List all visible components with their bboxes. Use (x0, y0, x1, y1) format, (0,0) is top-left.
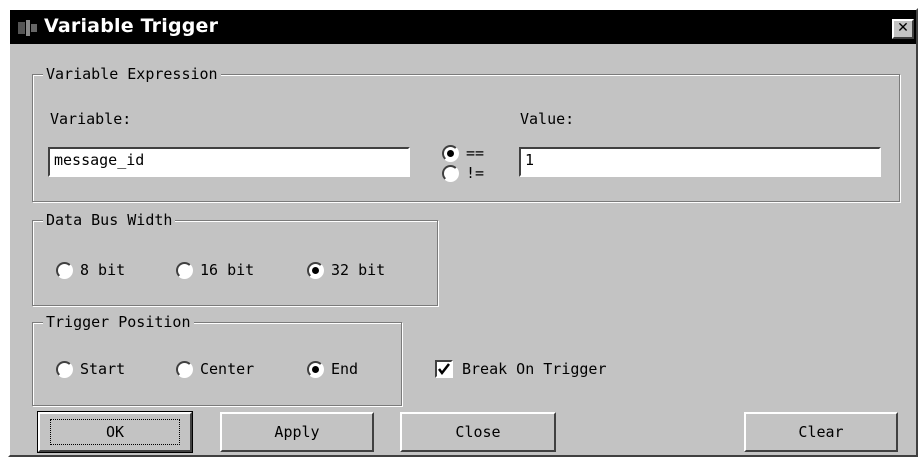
position-center-label: Center (200, 360, 255, 378)
apply-button[interactable]: Apply (220, 412, 374, 452)
position-start-label: Start (80, 360, 126, 378)
close-icon[interactable]: ✕ (892, 19, 914, 39)
checkmark-icon (438, 363, 450, 376)
variable-input[interactable]: message_id (48, 147, 410, 177)
radio-selected-dot (447, 150, 454, 157)
position-end-label: End (331, 360, 359, 378)
bus-8bit-label: 8 bit (80, 261, 126, 279)
break-on-trigger-label: Break On Trigger (462, 360, 607, 378)
bus-16bit-label: 16 bit (200, 261, 255, 279)
value-input[interactable]: 1 (519, 147, 881, 177)
trigger-position-legend: Trigger Position (43, 313, 194, 331)
ok-button[interactable]: OK (37, 411, 193, 453)
not-equals-label: != (466, 164, 485, 182)
bus-32bit-radio[interactable] (307, 262, 324, 279)
bus-32bit-label: 32 bit (331, 261, 386, 279)
ok-button-label: OK (49, 419, 181, 445)
equals-label: == (466, 144, 485, 162)
bus-16bit-radio[interactable] (176, 262, 193, 279)
bus-8bit-radio[interactable] (56, 262, 73, 279)
position-start-radio[interactable] (56, 361, 73, 378)
value-label: Value: (520, 110, 575, 128)
clear-button[interactable]: Clear (744, 412, 898, 452)
variable-trigger-dialog: Variable Trigger ✕ Variable Expression V… (8, 8, 918, 457)
variable-label: Variable: (50, 110, 132, 128)
app-icon (18, 20, 37, 36)
radio-selected-dot (312, 267, 319, 274)
radio-selected-dot (312, 366, 319, 373)
position-center-radio[interactable] (176, 361, 193, 378)
position-end-radio[interactable] (307, 361, 324, 378)
not-equals-radio[interactable] (442, 165, 459, 182)
equals-radio[interactable] (442, 145, 459, 162)
variable-expression-group: Variable Expression (32, 65, 900, 202)
data-bus-width-legend: Data Bus Width (43, 211, 176, 229)
close-button[interactable]: Close (400, 412, 556, 452)
break-on-trigger-checkbox[interactable] (435, 360, 453, 378)
variable-expression-legend: Variable Expression (43, 65, 221, 83)
dialog-title: Variable Trigger (44, 15, 219, 37)
title-bar[interactable]: Variable Trigger ✕ (10, 10, 916, 44)
